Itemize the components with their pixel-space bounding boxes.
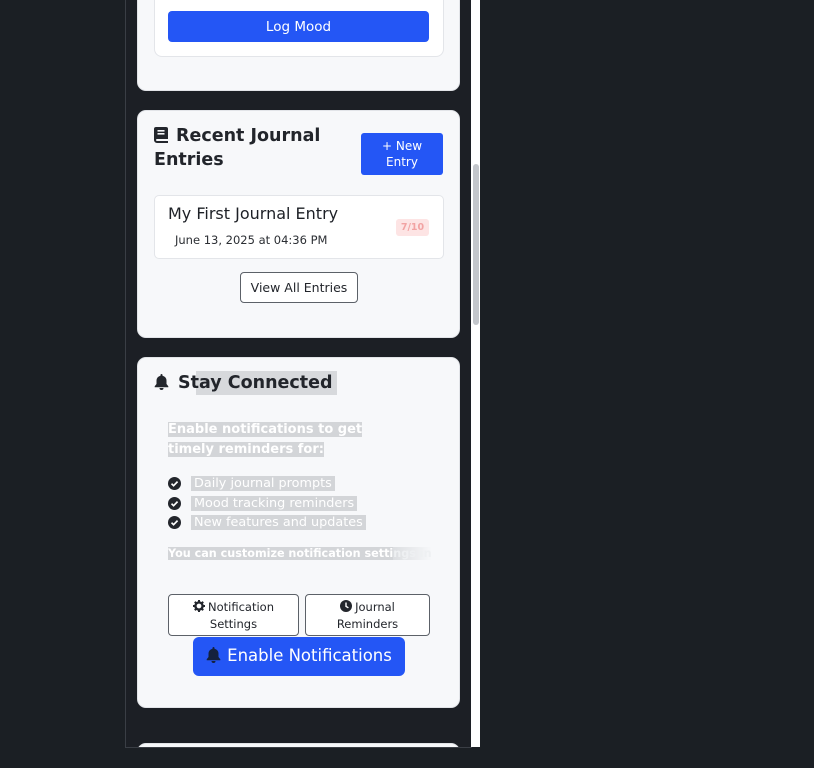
mood-form: Log Mood [154, 0, 444, 57]
notification-intro-text: Enable notifications to get timely remin… [168, 422, 363, 457]
check-circle-icon [168, 477, 181, 491]
bell-icon [206, 647, 221, 667]
scrollbar[interactable] [471, 0, 480, 747]
benefit-text: Daily journal prompts [191, 476, 335, 492]
journal-title-text: Recent Journal Entries [154, 126, 321, 170]
stay-connected-card: Stay Connected Enable notifications to g… [137, 357, 460, 708]
journal-section-title: Recent Journal Entries [154, 125, 344, 171]
log-mood-button[interactable]: Log Mood [168, 11, 429, 42]
notification-intro: Enable notifications to get timely remin… [168, 420, 403, 460]
benefit-text: Mood tracking reminders [191, 495, 358, 511]
notification-settings-label: Notification Settings [208, 599, 274, 631]
scrollbar-thumb[interactable] [473, 164, 479, 325]
customize-note-faded-text: ngs in [393, 547, 432, 560]
next-card [137, 743, 460, 747]
list-item: New features and updates [168, 513, 428, 533]
list-item: Daily journal prompts [168, 474, 428, 494]
clock-icon [340, 599, 353, 616]
customize-note-text: You can customize notification setti [168, 547, 394, 560]
app-viewport: Log Mood Recent Journal Entries + New En… [125, 0, 472, 748]
plus-icon: + [381, 139, 393, 153]
entry-date: June 13, 2025 at 04:36 PM [175, 233, 328, 247]
journal-entry-item[interactable]: My First Journal Entry June 13, 2025 at … [154, 195, 444, 259]
gear-icon [193, 599, 205, 616]
book-icon [154, 127, 168, 149]
check-circle-icon [168, 496, 181, 510]
enable-notifications-label: Enable Notifications [227, 646, 392, 665]
benefit-list: Daily journal prompts Mood tracking remi… [168, 474, 428, 533]
list-item: Mood tracking reminders [168, 494, 428, 514]
new-entry-label: New Entry [386, 139, 423, 169]
enable-notifications-button[interactable]: Enable Notifications [193, 637, 405, 676]
entry-title: My First Journal Entry [168, 204, 339, 223]
bell-icon [154, 374, 169, 395]
entry-score-badge: 7/10 [396, 219, 429, 236]
customize-note: You can customize notification settings … [168, 547, 432, 560]
stay-connected-title: Stay Connected [154, 371, 337, 395]
notification-settings-button[interactable]: Notification Settings [168, 594, 299, 636]
mood-card: Log Mood [137, 0, 460, 91]
new-entry-button[interactable]: + New Entry [361, 133, 443, 175]
journal-reminders-button[interactable]: Journal Reminders [305, 594, 430, 636]
view-all-entries-button[interactable]: View All Entries [240, 272, 358, 303]
journal-card: Recent Journal Entries + New Entry My Fi… [137, 110, 460, 338]
stay-connected-title-text: Stay Connected [178, 371, 337, 395]
benefit-text: New features and updates [191, 515, 366, 531]
check-circle-icon [168, 516, 181, 530]
